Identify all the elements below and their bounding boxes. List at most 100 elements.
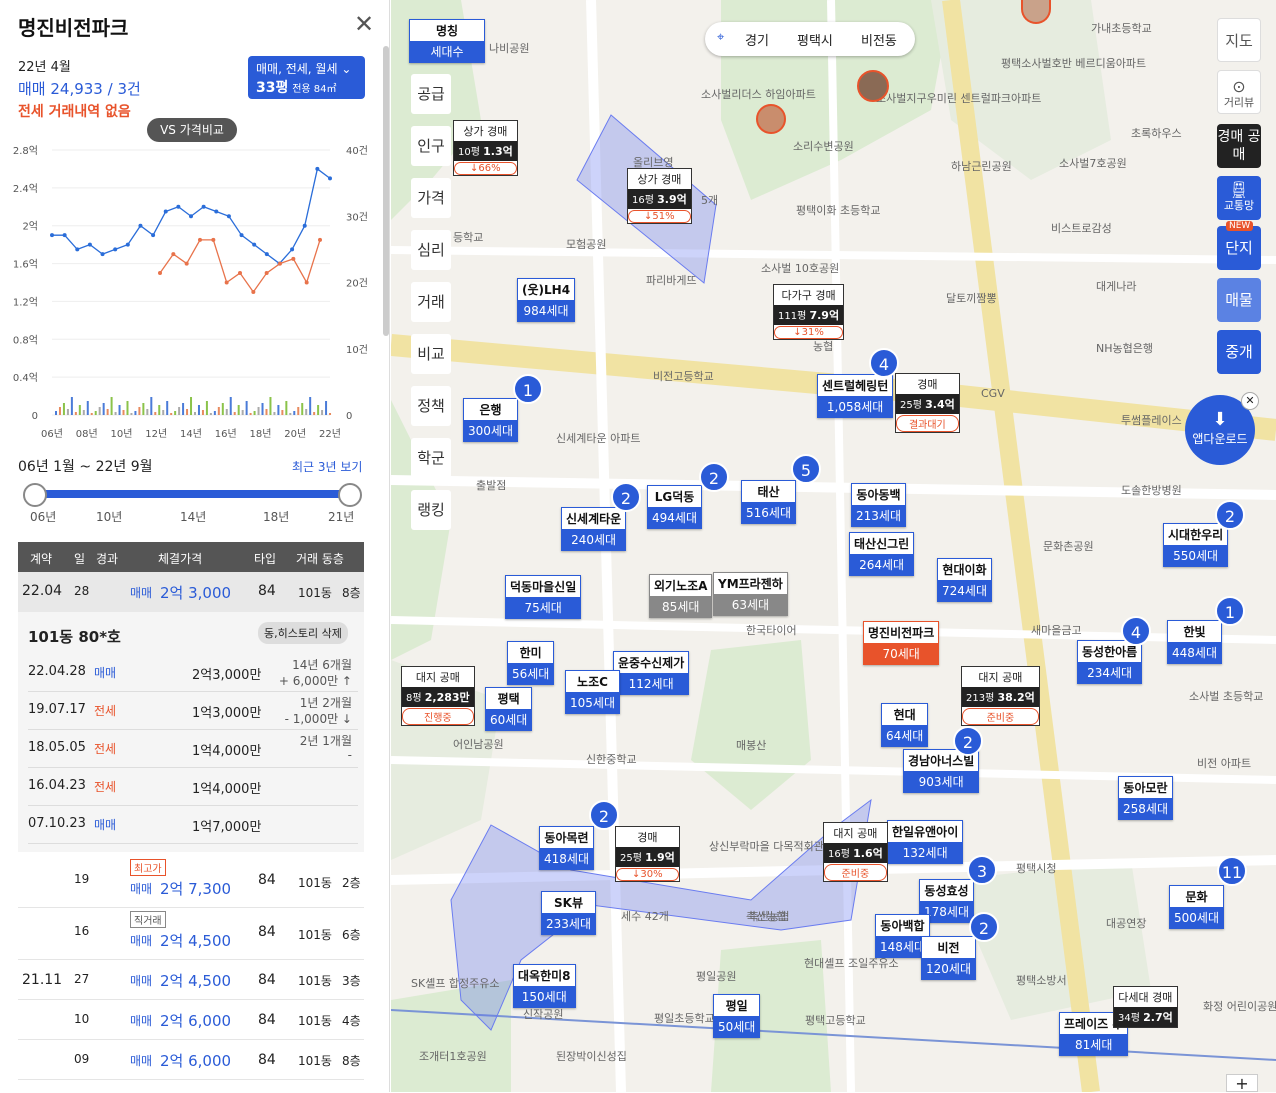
cluster-count[interactable]: 2 [611, 482, 641, 512]
auction-button[interactable]: 경매 공매 [1217, 124, 1261, 168]
side-menu-item[interactable]: 인구 [411, 126, 451, 166]
volume-bar [261, 403, 264, 415]
street-view-button[interactable]: ⊙ 거리뷰 [1217, 70, 1261, 114]
complex-marker[interactable]: (웃)LH4 984세대 [517, 278, 576, 322]
range-start-handle[interactable] [23, 483, 47, 507]
range-end-handle[interactable] [338, 483, 362, 507]
complex-marker[interactable]: 덕동마을신일 75세대 [505, 575, 582, 619]
user-avatar[interactable] [857, 70, 889, 102]
auction-price: 111평 7.9억 [774, 305, 844, 325]
complex-marker[interactable]: 동아동백 213세대 [851, 483, 906, 527]
region-level-3[interactable]: 비전동 [861, 30, 897, 49]
complex-marker[interactable]: 태산신그린 264세대 [849, 532, 915, 576]
complex-marker[interactable]: 윤중수신제가 112세대 [613, 651, 690, 695]
close-icon[interactable]: ✕ [1241, 392, 1259, 410]
locate-icon[interactable]: ⌖ [717, 30, 724, 45]
map-view[interactable]: ⌖ 경기 평택시 비전동 명칭 세대수 나비공원 가내초등학교 소사벌리더스 하임아… [391, 0, 1276, 1092]
cluster-count[interactable]: 11 [1217, 856, 1247, 886]
auction-marker[interactable]: 다가구 경매 111평 7.9억 ↓31% [773, 284, 845, 340]
complex-marker[interactable]: 신세계타운 240세대 [561, 507, 627, 551]
complex-marker[interactable]: 동아모란 258세대 [1118, 776, 1173, 820]
cluster-count[interactable]: 2 [953, 726, 983, 756]
user-avatar[interactable] [756, 104, 786, 134]
complex-marker[interactable]: LG덕동 494세대 [647, 485, 702, 529]
complex-marker[interactable]: 문화 500세대 [1169, 885, 1224, 929]
cluster-count[interactable]: 1 [513, 374, 543, 404]
auction-marker[interactable]: 상가 경매 16평 3.9억 ↓51% [627, 168, 692, 224]
cluster-count[interactable]: 4 [869, 348, 899, 378]
region-level-1[interactable]: 경기 [745, 30, 769, 49]
recent-3y-link[interactable]: 최근 3년 보기 [292, 458, 362, 475]
complex-marker[interactable]: 대옥한미8 150세대 [513, 964, 576, 1008]
table-row[interactable]: 09 매매 2억 6,000 84 101동 8층 [18, 1040, 364, 1080]
side-menu-item[interactable]: 거래 [411, 282, 451, 322]
auction-marker[interactable]: 대지 공매 8평 2,283만 진행중 [401, 666, 475, 726]
type-selector[interactable]: 매매, 전세, 월세 ⌄ 33평 전용 84㎡ [248, 56, 365, 99]
complex-marker[interactable]: 평택 60세대 [485, 687, 533, 731]
complex-marker[interactable]: 외기노조A 85세대 [649, 574, 713, 618]
complex-marker[interactable]: 평일 50세대 [713, 994, 761, 1038]
complex-marker[interactable]: SK뷰 233세대 [541, 891, 596, 935]
map-place-label: 신작공원 [523, 1008, 564, 1021]
close-icon[interactable]: ✕ [354, 10, 374, 38]
table-row-selected[interactable]: 22.04 28 매매 2억 3,000 84 101동 8층 [18, 572, 364, 612]
broker-button[interactable]: 중개 [1217, 330, 1261, 374]
auction-marker[interactable]: 경매 25평 1.9억 ↓30% [615, 826, 680, 882]
cluster-count[interactable]: 2 [589, 800, 619, 830]
complex-name: 태산 [757, 485, 780, 499]
complex-button[interactable]: 단지 [1217, 226, 1261, 270]
zoom-in-button[interactable]: + [1226, 1074, 1258, 1093]
table-row[interactable]: 27 매매 2억 4,500 84 101동 3층 [18, 960, 364, 1000]
range-slider[interactable] [34, 490, 350, 498]
complex-marker[interactable]: 태산 516세대 [741, 480, 796, 524]
complex-marker[interactable]: 은행 300세대 [463, 398, 518, 442]
price-point [176, 204, 181, 209]
volume-bar [317, 405, 320, 415]
complex-marker[interactable]: 명진비전파크 70세대 [863, 621, 940, 665]
complex-marker[interactable]: 노조C 105세대 [565, 670, 620, 714]
table-row[interactable]: 16 직거래 매매 2억 4,500 84 101동 6층 [18, 908, 364, 960]
side-menu-item[interactable]: 학군 [411, 438, 451, 478]
side-menu-item[interactable]: 가격 [411, 178, 451, 218]
transit-button[interactable]: 🚆︎ 교통망 [1217, 176, 1261, 220]
cluster-count[interactable]: 1 [1215, 596, 1245, 626]
side-menu-item[interactable]: 비교 [411, 334, 451, 374]
complex-marker[interactable]: 한미 56세대 [507, 641, 555, 685]
table-row[interactable]: 10 매매 2억 6,000 84 101동 4층 [18, 1000, 364, 1040]
side-menu-item[interactable]: 공급 [411, 74, 451, 114]
region-level-2[interactable]: 평택시 [797, 30, 833, 49]
listing-button[interactable]: 매물 [1217, 278, 1261, 322]
auction-marker[interactable]: 대지 공매 16평 1.6억 준비중 [823, 822, 888, 882]
complex-marker[interactable]: 비전 120세대 [921, 936, 976, 980]
auction-amount: 7.9억 [809, 309, 840, 322]
auction-marker[interactable]: 대지 공매 213평 38.2억 준비중 [961, 666, 1040, 726]
history-delete-button[interactable]: 동,히스토리 삭제 [258, 622, 348, 644]
complex-marker[interactable]: 동아목련 418세대 [539, 826, 594, 870]
auction-marker[interactable]: 다세대 경매 34평 2.7억 [1113, 986, 1178, 1028]
side-menu-item[interactable]: 랭킹 [411, 490, 451, 530]
map-place-label: 평택시청 [1016, 862, 1057, 875]
complex-marker[interactable]: YM프라젠하 63세대 [713, 572, 788, 616]
cluster-count[interactable]: 5 [791, 454, 821, 484]
legend-count: 세대수 [410, 41, 484, 62]
size-label: 33평 [256, 80, 289, 96]
map-type-button[interactable]: 지도 [1217, 18, 1261, 62]
complex-marker[interactable]: 시대한우리 550세대 [1163, 523, 1229, 567]
auction-marker[interactable]: 경매 25평 3.4억 결과대기 [895, 373, 960, 433]
complex-marker[interactable]: 한일유앤아이 132세대 [887, 820, 964, 864]
side-menu-item[interactable]: 정책 [411, 386, 451, 426]
complex-marker[interactable]: 한빛 448세대 [1167, 620, 1222, 664]
cluster-count[interactable]: 2 [699, 462, 729, 492]
cluster-count[interactable]: 2 [1215, 500, 1245, 530]
cluster-count[interactable]: 3 [967, 855, 997, 885]
table-row[interactable]: 19 최고가 매매 2억 7,300 84 101동 2층 [18, 856, 364, 908]
cluster-count[interactable]: 4 [1121, 616, 1151, 646]
complex-marker[interactable]: 현대 64세대 [881, 703, 929, 747]
auction-marker[interactable]: 상가 경매 10평 1.3억 ↓66% [453, 120, 518, 176]
complex-marker[interactable]: 동성한아름 234세대 [1077, 640, 1143, 684]
side-menu-item[interactable]: 심리 [411, 230, 451, 270]
cluster-count[interactable]: 2 [969, 912, 999, 942]
row-day: 27 [74, 972, 90, 986]
complex-marker[interactable]: 현대이화 724세대 [937, 558, 992, 602]
complex-marker[interactable]: 센트럴헤링턴 1,058세대 [817, 374, 894, 418]
